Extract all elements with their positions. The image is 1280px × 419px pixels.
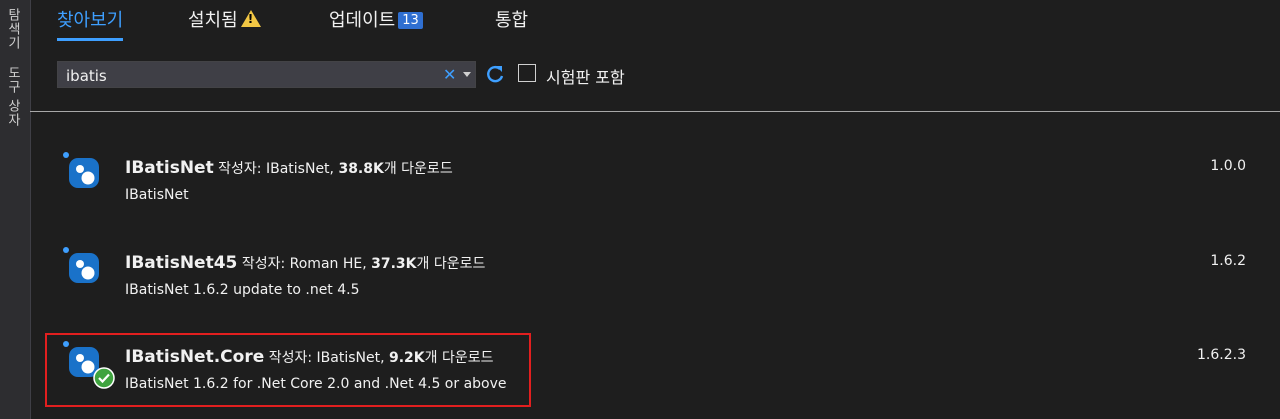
prerelease-checkbox[interactable] <box>518 64 536 82</box>
package-version: 1.6.2 <box>1210 253 1246 269</box>
package-name: IBatisNet45 <box>125 253 238 273</box>
chevron-down-icon[interactable] <box>463 72 471 77</box>
package-author: Roman HE, <box>289 256 372 272</box>
close-icon[interactable]: ✕ <box>443 65 456 84</box>
tab-browse[interactable]: 찾아보기 <box>57 6 124 41</box>
selection-highlight <box>45 333 531 407</box>
package-downloads-suffix: 개 다운로드 <box>383 161 453 177</box>
package-name: IBatisNet <box>125 158 214 178</box>
package-description: IBatisNet 1.6.2 update to .net 4.5 <box>125 282 360 298</box>
tab-updates[interactable]: 업데이트 13 <box>329 6 423 38</box>
search-input[interactable] <box>64 65 438 86</box>
package-row[interactable]: IBatisNet45 작성자: Roman HE, 37.3K개 다운로드 I… <box>45 247 1280 317</box>
refresh-icon[interactable] <box>485 63 505 85</box>
package-downloads: 37.3K <box>371 256 417 272</box>
tab-installed[interactable]: 설치됨 <box>188 6 261 38</box>
search-box: ✕ <box>57 61 476 88</box>
package-author: IBatisNet, <box>265 161 339 177</box>
tab-consolidate[interactable]: 통합 <box>495 6 528 38</box>
package-downloads: 38.8K <box>338 161 384 177</box>
side-tool-strip: 탐색기 도구 상자 <box>0 0 31 419</box>
package-description: IBatisNet <box>125 187 189 203</box>
sidebar-tab-explorer[interactable]: 탐색기 <box>3 8 22 50</box>
tab-installed-label: 설치됨 <box>188 10 238 31</box>
package-author-label: 작성자: <box>218 161 266 177</box>
tab-browse-label: 찾아보기 <box>57 10 124 31</box>
warning-icon <box>240 10 261 27</box>
divider <box>30 111 1280 112</box>
package-author-label: 작성자: <box>241 256 290 272</box>
updates-count-badge: 13 <box>398 12 423 29</box>
nuget-package-icon <box>63 152 99 188</box>
tab-updates-label: 업데이트 <box>329 10 396 31</box>
refresh-icon-graphic <box>487 66 504 83</box>
package-title: IBatisNet45 작성자: Roman HE, 37.3K개 다운로드 <box>125 253 485 273</box>
prerelease-label: 시험판 포함 <box>546 68 625 87</box>
package-version: 1.0.0 <box>1210 158 1246 174</box>
tab-consolidate-label: 통합 <box>495 10 529 31</box>
package-title: IBatisNet 작성자: IBatisNet, 38.8K개 다운로드 <box>125 158 453 178</box>
package-downloads-suffix: 개 다운로드 <box>416 256 486 272</box>
nuget-package-icon <box>63 247 99 283</box>
package-row[interactable]: IBatisNet 작성자: IBatisNet, 38.8K개 다운로드 IB… <box>45 152 1280 222</box>
sidebar-tab-toolbox[interactable]: 도구 상자 <box>3 66 22 127</box>
package-version: 1.6.2.3 <box>1197 347 1246 363</box>
